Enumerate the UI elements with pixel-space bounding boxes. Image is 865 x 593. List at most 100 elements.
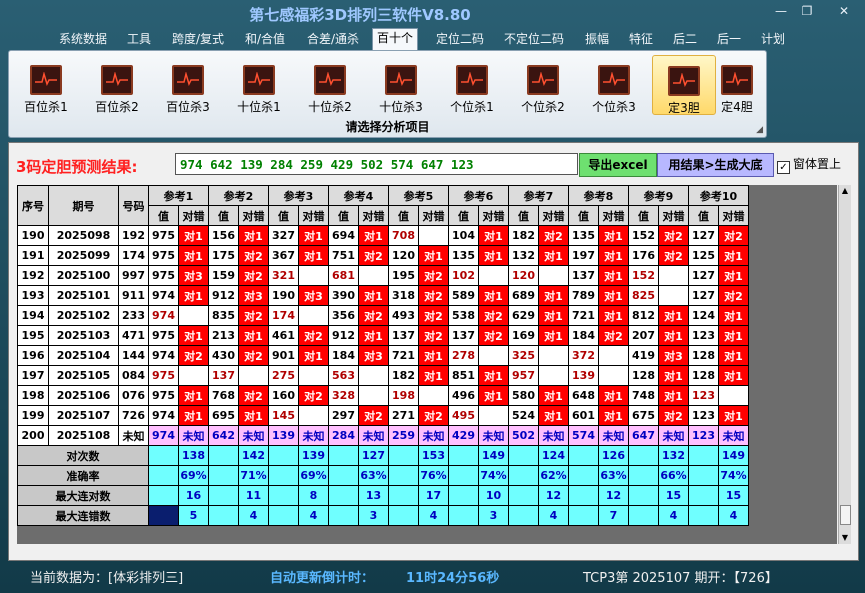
- stat-spacer: [688, 445, 719, 466]
- col-header-number: 号码: [118, 185, 149, 226]
- table-row[interactable]: 193 2025101 911 974 对1 912 对3 190 对3 390 对1 318 对2 58…: [17, 285, 749, 306]
- stat-value: 4: [238, 505, 269, 526]
- close-button[interactable]: ✕: [833, 4, 855, 18]
- toolbar-expand-icon[interactable]: ◢: [756, 125, 763, 135]
- menu-item[interactable]: 合差/通杀: [303, 30, 363, 49]
- minimize-button[interactable]: —: [770, 4, 792, 18]
- scroll-thumb[interactable]: [840, 505, 851, 525]
- cell-ref-result: 对1: [598, 265, 629, 286]
- cell-ref-value: 137: [568, 265, 599, 286]
- menu-item[interactable]: 定位二码: [432, 30, 488, 49]
- menu-item[interactable]: 系统数据: [55, 30, 111, 49]
- cell-ref-value: 123: [688, 425, 719, 446]
- menu-item[interactable]: 跨度/复式: [168, 30, 228, 49]
- cell-ref-result: [298, 265, 329, 286]
- cell-ref-result: [718, 385, 749, 406]
- stat-value: 132: [658, 445, 689, 466]
- stat-spacer: [568, 465, 599, 486]
- cell-ref-result: [298, 405, 329, 426]
- cell-ref-value: 496: [448, 385, 479, 406]
- table-row[interactable]: 196 2025104 144 974 对2 430 对2 901 对1 184 对3 721 对1 27…: [17, 345, 749, 366]
- table-row[interactable]: 191 2025099 174 975 对1 175 对2 367 对1 751 对2 120 对1 13…: [17, 245, 749, 266]
- toolbar-button[interactable]: 十位杀2: [299, 55, 361, 114]
- stat-value: 15: [658, 485, 689, 506]
- cell-ref-result: 对1: [718, 305, 749, 326]
- cell-ref-result: 对3: [298, 285, 329, 306]
- generate-base-button[interactable]: 用结果>生成大底: [657, 153, 774, 177]
- cell-ref-value: 390: [328, 285, 359, 306]
- stat-value: 66%: [658, 465, 689, 486]
- scroll-up-icon[interactable]: ▲: [839, 185, 851, 197]
- stat-value: 74%: [478, 465, 509, 486]
- vertical-scrollbar[interactable]: ▲ ▼: [838, 185, 851, 544]
- cell-ref-value: 127: [688, 225, 719, 246]
- toolbar-button-label: 十位杀1: [237, 100, 281, 114]
- chart-icon: [668, 66, 700, 96]
- cell-ref-result: 未知: [298, 425, 329, 446]
- chart-icon: [243, 65, 275, 95]
- cell-ref-value: 901: [268, 345, 299, 366]
- cell-seq: 200: [17, 425, 49, 446]
- prediction-result-field[interactable]: 974 642 139 284 259 429 502 574 647 123: [175, 153, 578, 175]
- menu-item[interactable]: 振幅: [581, 30, 613, 49]
- menu-item[interactable]: 特征: [625, 30, 657, 49]
- menu-item[interactable]: 计划: [757, 30, 789, 49]
- cell-ref-result: [538, 265, 569, 286]
- cell-ref-result: [298, 305, 329, 326]
- stat-spacer: [568, 485, 599, 506]
- menu-item[interactable]: 不定位二码: [500, 30, 568, 49]
- cell-ref-value: 975: [148, 385, 179, 406]
- table-row[interactable]: 195 2025103 471 975 对1 213 对1 461 对2 912 对1 137 对2 13…: [17, 325, 749, 346]
- table-row[interactable]: 198 2025106 076 975 对1 768 对2 160 对2 328 198 496 对1 5…: [17, 385, 749, 406]
- menu-item[interactable]: 后二: [669, 30, 701, 49]
- scroll-down-icon[interactable]: ▼: [839, 532, 851, 544]
- stat-value: 63%: [598, 465, 629, 486]
- cell-period: 2025101: [48, 285, 119, 306]
- cell-ref-result: 对2: [298, 385, 329, 406]
- cell-ref-result: [358, 385, 389, 406]
- table-row-pending[interactable]: 200 2025108 未知 974 未知 642 未知 139 未知 284 未知 259 未知 429…: [17, 425, 749, 446]
- export-excel-button[interactable]: 导出excel: [579, 153, 657, 177]
- table-row[interactable]: 199 2025107 726 974 对1 695 对1 145 297 对2 271 对2 495 5…: [17, 405, 749, 426]
- toolbar-button[interactable]: 个位杀2: [512, 55, 574, 114]
- table-row[interactable]: 197 2025105 084 975 137 275 563 182 对1 851 对1 957 13…: [17, 365, 749, 386]
- menu-item[interactable]: 和/合值: [241, 30, 289, 49]
- table-row[interactable]: 194 2025102 233 974 835 对2 174 356 对2 493 对2 538 对2 6…: [17, 305, 749, 326]
- cell-ref-result: 对2: [238, 385, 269, 406]
- chart-icon: [172, 65, 204, 95]
- toolbar-button[interactable]: 个位杀3: [583, 55, 645, 114]
- cell-ref-value: 139: [568, 365, 599, 386]
- table-row[interactable]: 192 2025100 997 975 对3 159 对2 321 681 195 对2 102 120…: [17, 265, 749, 286]
- toolbar-button[interactable]: 百位杀3: [157, 55, 219, 114]
- toolbar-button[interactable]: 定4胆: [712, 55, 762, 114]
- toolbar-button[interactable]: 十位杀1: [228, 55, 290, 114]
- restore-button[interactable]: ❐: [796, 4, 818, 18]
- cell-period: 2025100: [48, 265, 119, 286]
- cell-ref-value: 957: [508, 365, 539, 386]
- cell-ref-value: 694: [328, 225, 359, 246]
- cell-ref-value: 127: [688, 265, 719, 286]
- toolbar-button[interactable]: 百位杀2: [86, 55, 148, 114]
- stat-spacer: [688, 485, 719, 506]
- toolbar-button[interactable]: 定3胆: [652, 55, 716, 115]
- cell-ref-value: 159: [208, 265, 239, 286]
- cell-ref-value: 175: [208, 245, 239, 266]
- stat-value: 13: [358, 485, 389, 506]
- toolbar-button[interactable]: 百位杀1: [15, 55, 77, 114]
- cell-ref-result: 对1: [178, 285, 209, 306]
- menu-item[interactable]: 工具: [123, 30, 155, 49]
- cell-ref-result: 对1: [658, 365, 689, 386]
- window-ontop-checkbox[interactable]: ✓ 窗体置上: [777, 155, 841, 174]
- cell-ref-result: 对1: [598, 225, 629, 246]
- title-bar[interactable]: 第七感福彩3D排列三软件V8.80 — ❐ ✕: [0, 0, 865, 28]
- toolbar-button[interactable]: 个位杀1: [441, 55, 503, 114]
- toolbar-button[interactable]: 十位杀3: [370, 55, 432, 114]
- cell-ref-value: 137: [208, 365, 239, 386]
- cell-ref-value: 123: [688, 405, 719, 426]
- table-row[interactable]: 190 2025098 192 975 对1 156 对1 327 对1 694 对1 708 104 对…: [17, 225, 749, 246]
- menu-item[interactable]: 后一: [713, 30, 745, 49]
- cell-ref-value: 137: [448, 325, 479, 346]
- menu-item[interactable]: 百十个: [372, 28, 419, 52]
- cell-ref-value: 156: [208, 225, 239, 246]
- cell-ref-value: 139: [268, 425, 299, 446]
